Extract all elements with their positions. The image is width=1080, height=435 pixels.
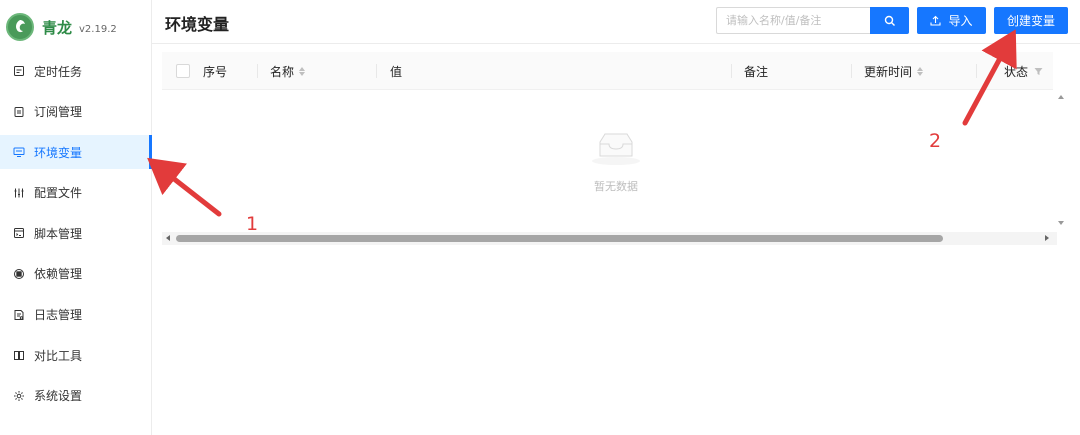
logo[interactable]: 青龙 v2.19.2 — [6, 12, 117, 42]
column-header-value: 值 — [376, 52, 731, 90]
scroll-left-icon[interactable] — [166, 235, 170, 241]
table-header: 序号 名称 值 备注 更新时间 状态 — [162, 52, 1053, 90]
search-box — [716, 7, 909, 34]
sidebar-item-env-vars[interactable]: 环境变量 — [0, 135, 152, 170]
settings-icon — [13, 390, 25, 402]
sidebar-item-subscriptions[interactable]: 订阅管理 — [0, 95, 151, 129]
package-icon — [13, 268, 25, 280]
annotation-label-2: 2 — [929, 130, 942, 152]
select-all-cell — [176, 52, 190, 90]
column-label: 备注 — [744, 64, 769, 79]
sidebar-item-label: 依赖管理 — [34, 267, 83, 282]
column-label: 值 — [390, 64, 403, 79]
sidebar-item-label: 系统设置 — [34, 389, 83, 404]
column-header-name[interactable]: 名称 — [257, 52, 377, 90]
column-header-status[interactable]: 状态 — [976, 52, 1053, 90]
import-button-label: 导入 — [948, 14, 973, 28]
sidebar-item-config-files[interactable]: 配置文件 — [0, 176, 151, 210]
search-input[interactable] — [716, 7, 870, 34]
sidebar-item-label: 环境变量 — [34, 145, 83, 160]
empty-inbox-icon — [592, 133, 640, 165]
app-name: 青龙 — [42, 18, 73, 37]
scroll-right-icon[interactable] — [1045, 235, 1049, 241]
sidebar-menu: 定时任务 订阅管理 环境变量 配置文件 脚本管理 依赖管理 日志管理 对比工具 … — [0, 54, 152, 419]
search-icon — [884, 15, 895, 26]
sort-icon[interactable] — [299, 66, 306, 76]
sidebar-item-dependencies[interactable]: 依赖管理 — [0, 257, 151, 291]
empty-text: 暂无数据 — [594, 180, 638, 193]
page-title: 环境变量 — [165, 15, 230, 34]
column-header-updated[interactable]: 更新时间 — [851, 52, 976, 90]
calendar-icon — [13, 65, 25, 77]
column-label: 序号 — [203, 64, 228, 79]
sidebar-item-label: 对比工具 — [34, 348, 83, 363]
code-icon — [13, 227, 25, 239]
sidebar-item-label: 定时任务 — [34, 64, 83, 79]
scroll-up-icon[interactable] — [1058, 95, 1064, 99]
app-version: v2.19.2 — [79, 23, 117, 35]
select-all-checkbox[interactable] — [176, 64, 190, 78]
sidebar-item-label: 日志管理 — [34, 308, 83, 323]
sliders-icon — [13, 187, 25, 199]
annotation-label-1: 1 — [246, 213, 259, 235]
scroll-down-icon[interactable] — [1058, 221, 1064, 225]
sidebar-item-scripts[interactable]: 脚本管理 — [0, 216, 151, 250]
column-header-remarks: 备注 — [731, 52, 851, 90]
create-variable-button[interactable]: 创建变量 — [994, 7, 1068, 34]
app-window: 青龙 v2.19.2 定时任务 订阅管理 环境变量 配置文件 脚本管理 依赖管理… — [0, 0, 1080, 435]
subscription-icon — [13, 106, 25, 118]
qinglong-logo-icon — [6, 13, 34, 41]
filter-icon[interactable] — [1034, 67, 1043, 76]
sidebar-item-diff-tool[interactable]: 对比工具 — [0, 338, 151, 372]
page-header: 环境变量 导入 创建变量 — [152, 0, 1080, 44]
sidebar-item-label: 脚本管理 — [34, 226, 83, 241]
sort-icon[interactable] — [917, 66, 924, 76]
sidebar: 青龙 v2.19.2 定时任务 订阅管理 环境变量 配置文件 脚本管理 依赖管理… — [0, 0, 152, 435]
column-label: 更新时间 — [864, 64, 913, 79]
monitor-icon — [13, 146, 25, 158]
sidebar-item-label: 配置文件 — [34, 186, 83, 201]
sidebar-item-settings[interactable]: 系统设置 — [0, 379, 151, 413]
sidebar-item-logs[interactable]: 日志管理 — [0, 298, 151, 332]
column-label: 名称 — [270, 64, 295, 79]
search-button[interactable] — [870, 7, 909, 34]
column-header-index: 序号 — [203, 52, 227, 90]
import-button[interactable]: 导入 — [917, 7, 986, 34]
log-file-icon — [13, 309, 25, 321]
compare-icon — [13, 349, 25, 361]
horizontal-scrollbar[interactable] — [162, 232, 1057, 245]
scroll-thumb[interactable] — [176, 235, 943, 242]
sidebar-item-label: 订阅管理 — [34, 105, 83, 120]
sidebar-item-cron[interactable]: 定时任务 — [0, 54, 151, 88]
column-label: 状态 — [1004, 64, 1029, 79]
create-variable-button-label: 创建变量 — [1006, 14, 1055, 28]
upload-icon — [930, 15, 942, 26]
